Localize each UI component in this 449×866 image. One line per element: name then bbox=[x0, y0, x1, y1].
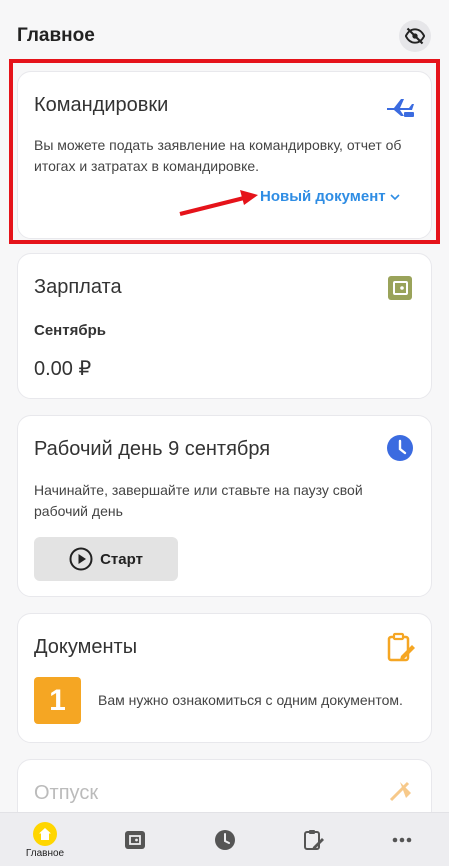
clipboard-edit-icon bbox=[387, 632, 415, 662]
clipboard-edit-icon bbox=[304, 830, 324, 850]
nav-more[interactable] bbox=[372, 813, 432, 866]
wallet-icon bbox=[388, 276, 412, 300]
documents-count-badge: 1 bbox=[34, 677, 81, 724]
nav-wallet[interactable] bbox=[105, 813, 165, 866]
nav-clock[interactable] bbox=[195, 813, 255, 866]
bottom-nav: Главное bbox=[0, 812, 449, 866]
chevron-down-icon bbox=[390, 193, 400, 200]
vacation-title: Отпуск bbox=[34, 782, 99, 804]
clock-icon bbox=[215, 830, 235, 850]
workday-card[interactable]: Рабочий день 9 сентября Начинайте, завер… bbox=[17, 415, 432, 597]
documents-description: Вам нужно ознакомиться с одним документо… bbox=[98, 692, 403, 708]
salary-month: Сентябрь bbox=[34, 322, 106, 339]
documents-title: Документы bbox=[34, 636, 138, 658]
new-document-label: Новый документ bbox=[260, 188, 386, 205]
start-label: Старт bbox=[100, 550, 143, 568]
annotation-arrow bbox=[179, 190, 258, 216]
clock-icon bbox=[387, 435, 413, 461]
play-icon bbox=[69, 547, 93, 571]
nav-home-label: Главное bbox=[25, 847, 65, 859]
workday-title: Рабочий день 9 сентября bbox=[34, 438, 271, 460]
page-title: Главное bbox=[17, 25, 95, 46]
beach-icon bbox=[389, 781, 411, 802]
home-icon bbox=[33, 821, 57, 846]
hide-eye-button[interactable] bbox=[399, 20, 431, 52]
salary-amount: 0.00 ₽ bbox=[34, 358, 92, 380]
documents-card[interactable]: Документы 1 Вам нужно ознакомиться с одн… bbox=[17, 613, 432, 743]
header: Главное bbox=[0, 0, 449, 66]
new-document-button[interactable]: Новый документ bbox=[260, 188, 400, 205]
more-icon bbox=[392, 837, 412, 843]
eye-off-icon bbox=[405, 27, 425, 45]
nav-home[interactable]: Главное bbox=[15, 813, 75, 866]
salary-title: Зарплата bbox=[34, 276, 122, 298]
salary-card[interactable]: Зарплата Сентябрь 0.00 ₽ bbox=[17, 253, 432, 399]
workday-description: Начинайте, завершайте или ставьте на пау… bbox=[34, 482, 363, 519]
wallet-icon bbox=[125, 831, 145, 849]
start-button[interactable]: Старт bbox=[34, 537, 178, 581]
nav-documents[interactable] bbox=[284, 813, 344, 866]
